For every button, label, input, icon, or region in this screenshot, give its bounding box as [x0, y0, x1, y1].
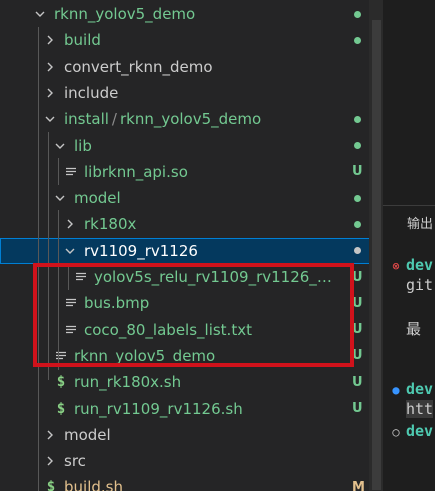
tree-item-label: librknn_api.so [84, 162, 188, 181]
indent-guide [68, 263, 69, 290]
indent-guide [58, 158, 59, 185]
tree-item-label: build.sh [64, 478, 123, 491]
git-status-dot [352, 33, 362, 48]
terminal-line: 最 [406, 318, 421, 339]
git-status-badge: U [352, 295, 363, 311]
terminal-line: htt [406, 400, 434, 418]
indent-guide [38, 27, 39, 491]
git-status-badge: U [352, 164, 363, 180]
tree-item-label: model [64, 425, 111, 444]
chevron-down-icon[interactable] [32, 1, 48, 27]
file-lines-icon [64, 159, 78, 185]
tree-item-label: include [64, 83, 119, 102]
shell-script-icon: $ [56, 400, 66, 417]
tree-folder-model[interactable]: model [0, 422, 383, 448]
tree-folder-src[interactable]: src [0, 448, 383, 474]
tree-file-run-rk180x-sh[interactable]: $ run_rk180x.sh U [0, 369, 383, 395]
git-status-badge: U [352, 401, 363, 416]
tree-file-build-sh[interactable]: $ build.sh M [0, 474, 383, 491]
chevron-down-icon[interactable] [52, 185, 68, 211]
error-icon: ⊗ [392, 259, 400, 273]
tree-item-label: install [64, 110, 109, 129]
tree-item-label: run_rv1109_rv1126.sh [74, 399, 243, 418]
circle-icon: ○ [392, 425, 400, 439]
chevron-right-icon[interactable] [42, 448, 58, 474]
tree-item-label: convert_rknn_demo [64, 57, 213, 76]
chevron-right-icon[interactable] [42, 422, 58, 448]
tree-folder-install[interactable]: install / rknn_yolov5_demo [0, 106, 383, 132]
git-status-dot [352, 243, 362, 258]
tree-item-label: src [64, 452, 86, 471]
git-status-badge: U [352, 322, 363, 338]
tree-folder-build[interactable]: build [0, 27, 383, 53]
panel-divider [383, 205, 435, 206]
chevron-down-icon[interactable] [52, 133, 68, 159]
git-status-badge: U [352, 374, 363, 390]
tree-folder-model[interactable]: model [0, 185, 383, 211]
terminal-text: dev [406, 422, 434, 440]
terminal-text: dev [406, 256, 434, 274]
terminal-line: ⊗ dev [391, 256, 433, 274]
git-status-dot [352, 112, 362, 127]
git-status-badge: U [352, 269, 363, 285]
tree-item-label: bus.bmp [84, 294, 150, 313]
tree-item-label: model [74, 189, 121, 208]
tree-folder-rknn-yolov5-demo[interactable]: rknn_yolov5_demo [0, 1, 383, 27]
terminal-text: htt [406, 400, 434, 418]
file-lines-icon [54, 343, 68, 369]
tree-item-label: rknn_yolov5_demo [54, 5, 196, 23]
terminal-line: ● dev [391, 380, 433, 398]
git-status-dot [352, 217, 362, 232]
file-lines-icon [64, 290, 78, 316]
chevron-down-icon[interactable] [42, 106, 58, 132]
output-panel: 输出 ⊗ dev git 最 ● dev htt ○ dev [383, 0, 435, 491]
tree-item-label: coco_80_labels_list.txt [84, 320, 252, 339]
chevron-down-icon[interactable] [62, 238, 78, 264]
scrollbar-thumb[interactable] [372, 20, 381, 490]
tree-item-label: rv1109_rv1126 [84, 241, 198, 260]
tree-folder-convert-rknn-demo[interactable]: convert_rknn_demo [0, 54, 383, 80]
tree-item-label: build [64, 31, 101, 50]
tree-item-label: run_rk180x.sh [74, 373, 182, 392]
file-lines-icon [74, 264, 88, 290]
shell-script-icon: $ [56, 374, 66, 391]
git-status-badge: M [352, 479, 365, 491]
tree-item-label: rk180x [84, 215, 137, 234]
chevron-right-icon[interactable] [42, 54, 58, 80]
terminal-text: 最 [406, 320, 422, 338]
git-status-dot [352, 191, 362, 206]
tab-output[interactable]: 输出 [407, 213, 433, 232]
tree-item-label: yolov5s_relu_rv1109_rv1126_out_opt.rknn [94, 268, 334, 286]
tree-item-label: lib [74, 136, 92, 155]
chevron-right-icon[interactable] [42, 27, 58, 53]
file-lines-icon [64, 317, 78, 343]
git-status-dot [352, 138, 362, 153]
tree-folder-lib[interactable]: lib [0, 133, 383, 159]
chevron-right-icon[interactable] [62, 211, 78, 237]
tree-item-label-compact: rknn_yolov5_demo [119, 110, 262, 129]
indent-guide [48, 132, 49, 380]
git-status-dot [352, 7, 362, 22]
tree-item-label: rknn_yolov5_demo [74, 346, 216, 365]
terminal-line: ○ dev [391, 422, 433, 440]
tree-folder-include[interactable]: include [0, 80, 383, 106]
shell-script-icon: $ [46, 479, 56, 491]
git-status-badge: U [352, 348, 363, 364]
chevron-right-icon[interactable] [42, 80, 58, 106]
path-separator: / [111, 110, 117, 129]
terminal-text: git [406, 276, 434, 294]
indent-guide [58, 210, 59, 370]
info-dot-icon: ● [392, 383, 400, 397]
explorer-panel: rknn_yolov5_demo build convert_rknn_demo in… [0, 0, 383, 491]
terminal-line: git [406, 276, 433, 294]
terminal-text: dev [406, 380, 434, 398]
tree-file-run-rv1109-rv1126-sh[interactable]: $ run_rv1109_rv1126.sh U [0, 396, 383, 422]
